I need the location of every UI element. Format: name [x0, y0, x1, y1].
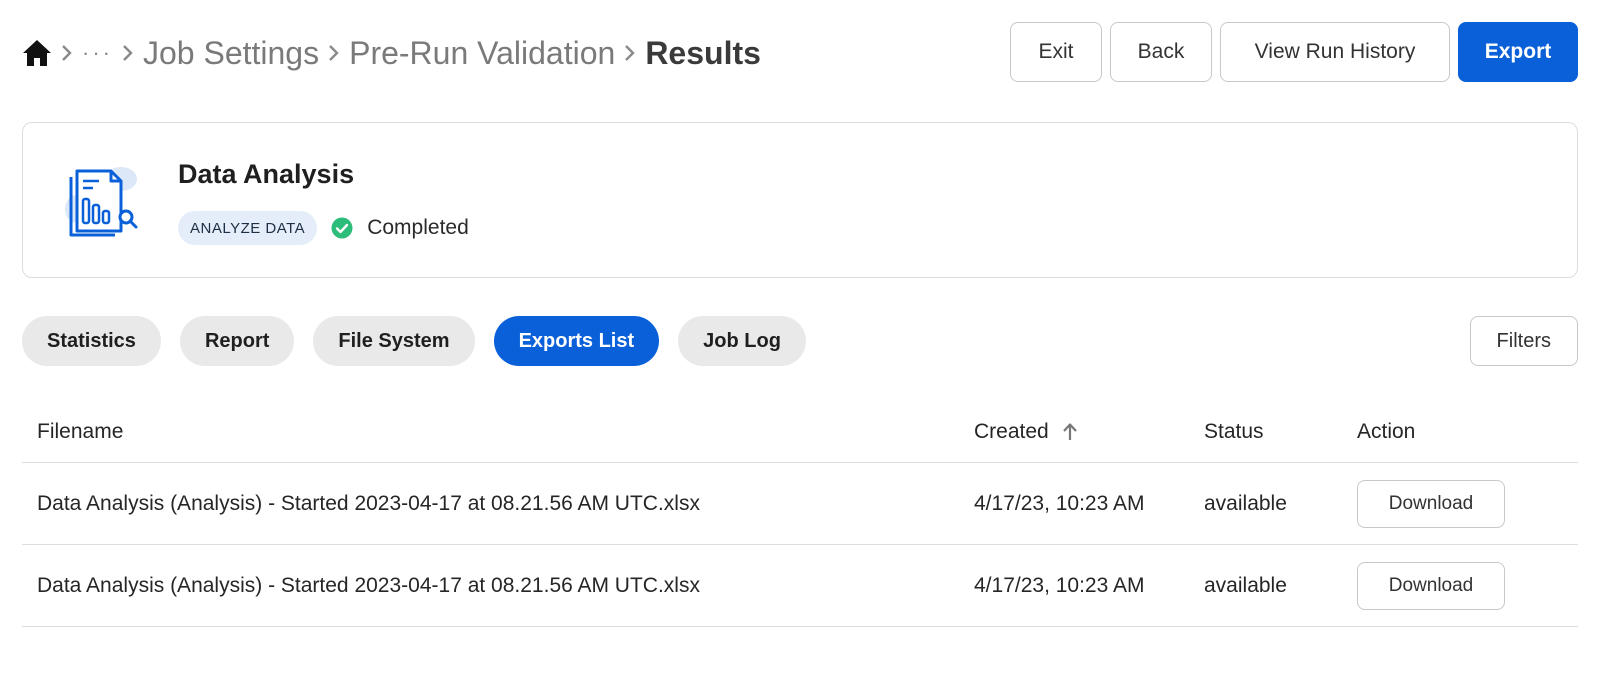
tab-file-system[interactable]: File System — [313, 316, 475, 366]
column-header-action: Action — [1357, 420, 1416, 443]
back-button[interactable]: Back — [1110, 22, 1212, 82]
table-row: Data Analysis (Analysis) - Started 2023-… — [22, 545, 1578, 627]
data-report-icon — [63, 161, 149, 241]
exit-button[interactable]: Exit — [1010, 22, 1102, 82]
breadcrumb-job-settings[interactable]: Job Settings — [143, 35, 319, 72]
chevron-right-icon — [52, 44, 82, 62]
column-header-created[interactable]: Created — [974, 402, 1079, 462]
arrow-up-icon[interactable] — [1061, 422, 1079, 442]
table-header: Filename Created Status Action — [22, 402, 1578, 463]
tab-job-log[interactable]: Job Log — [678, 316, 806, 366]
row-action: Download — [1357, 463, 1505, 544]
breadcrumb-ellipsis[interactable]: ··· — [82, 40, 113, 66]
check-circle-icon — [331, 217, 353, 239]
breadcrumb: ··· Job Settings Pre-Run Validation Resu… — [22, 22, 761, 84]
column-header-filename[interactable]: Filename — [37, 402, 123, 462]
job-status: Completed — [367, 216, 469, 239]
tab-report[interactable]: Report — [179, 316, 295, 366]
breadcrumb-pre-run-validation[interactable]: Pre-Run Validation — [349, 35, 615, 72]
row-status: available — [1204, 573, 1287, 597]
row-action: Download — [1357, 545, 1505, 626]
job-meta: ANALYZE DATA Completed — [178, 211, 469, 245]
row-status: available — [1204, 491, 1287, 515]
column-header-status[interactable]: Status — [1204, 402, 1264, 462]
job-type-tag: ANALYZE DATA — [178, 211, 318, 245]
row-created: 4/17/23, 10:23 AM — [974, 573, 1145, 597]
row-filename: Data Analysis (Analysis) - Started 2023-… — [37, 573, 700, 597]
home-icon[interactable] — [22, 38, 52, 68]
job-title: Data Analysis — [178, 159, 355, 189]
exports-table: Filename Created Status Action Data Anal… — [22, 402, 1578, 627]
tab-statistics[interactable]: Statistics — [22, 316, 161, 366]
column-header-created-label: Created — [974, 420, 1049, 443]
top-actions: Exit Back View Run History Export — [1010, 22, 1578, 82]
job-card: Data Analysis ANALYZE DATA Completed — [22, 122, 1578, 278]
row-filename: Data Analysis (Analysis) - Started 2023-… — [37, 491, 700, 515]
download-button[interactable]: Download — [1357, 479, 1505, 528]
breadcrumb-current: Results — [645, 34, 761, 71]
tab-bar: Statistics Report File System Exports Li… — [22, 316, 806, 366]
table-row: Data Analysis (Analysis) - Started 2023-… — [22, 463, 1578, 545]
row-created: 4/17/23, 10:23 AM — [974, 491, 1145, 515]
export-button[interactable]: Export — [1458, 22, 1578, 82]
top-bar: ··· Job Settings Pre-Run Validation Resu… — [22, 22, 1578, 84]
view-run-history-button[interactable]: View Run History — [1220, 22, 1450, 82]
download-button[interactable]: Download — [1357, 561, 1505, 610]
chevron-right-icon — [113, 44, 143, 62]
tab-exports-list[interactable]: Exports List — [493, 316, 660, 366]
chevron-right-icon — [615, 44, 645, 62]
filters-button[interactable]: Filters — [1469, 316, 1578, 366]
chevron-right-icon — [319, 44, 349, 62]
